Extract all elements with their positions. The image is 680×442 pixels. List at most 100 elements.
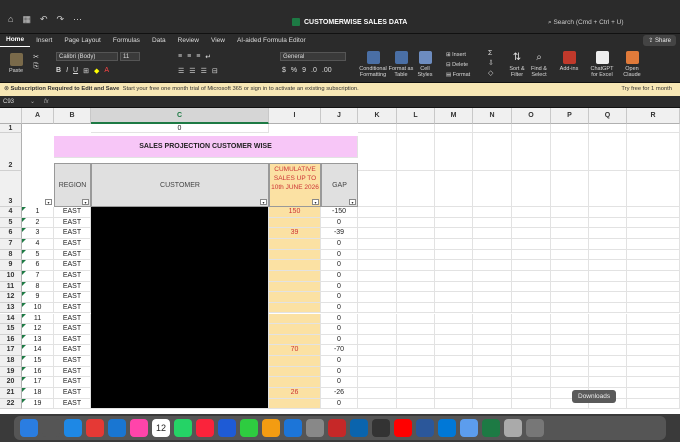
cell-empty[interactable]	[397, 377, 435, 389]
cell-empty[interactable]	[397, 324, 435, 335]
cell-empty[interactable]	[512, 324, 551, 335]
row-header-4[interactable]: 4	[0, 207, 22, 218]
cell-B14[interactable]: EAST	[54, 313, 91, 325]
cell-empty[interactable]	[397, 345, 435, 357]
cell-J5[interactable]: 0	[321, 217, 358, 229]
column-header-L[interactable]: L	[397, 108, 435, 124]
cell-empty[interactable]	[358, 238, 397, 250]
cell-empty[interactable]	[435, 377, 473, 389]
paste-button[interactable]: Paste	[6, 53, 26, 74]
cell-empty[interactable]	[397, 292, 435, 303]
cell-empty[interactable]	[627, 292, 680, 303]
cell-empty[interactable]	[627, 334, 680, 346]
excel-icon[interactable]	[482, 419, 500, 437]
menu-formulas[interactable]: Formulas	[107, 34, 146, 47]
cell-J10[interactable]: 0	[321, 270, 358, 282]
cell-J22[interactable]: 0	[321, 398, 358, 410]
cell-empty[interactable]	[473, 217, 512, 229]
cell-empty[interactable]	[512, 334, 551, 346]
row-header-1[interactable]: 1	[0, 124, 22, 133]
delete-button[interactable]: ⊟ Delete	[446, 60, 486, 70]
cell-empty[interactable]	[435, 313, 473, 325]
cell-empty[interactable]	[512, 313, 551, 325]
youtube-icon[interactable]	[394, 419, 412, 437]
cell-empty[interactable]	[397, 281, 435, 293]
cell-I15[interactable]	[269, 324, 321, 335]
cell-empty[interactable]	[358, 249, 397, 261]
format-button[interactable]: ▤ Format	[446, 70, 486, 80]
cell-empty[interactable]	[512, 217, 551, 229]
cell-empty[interactable]	[589, 302, 627, 314]
row-header-15[interactable]: 15	[0, 324, 22, 335]
cell-empty[interactable]	[358, 260, 397, 271]
font-name-select[interactable]: Calibri (Body)	[56, 52, 118, 61]
cell-empty[interactable]	[473, 398, 512, 410]
row-header-10[interactable]: 10	[0, 270, 22, 282]
cell-empty[interactable]	[397, 228, 435, 239]
launchpad-icon[interactable]	[42, 419, 60, 437]
currency-icon[interactable]: $	[282, 67, 286, 74]
row-header-16[interactable]: 16	[0, 334, 22, 346]
cell-A4[interactable]: 1	[22, 207, 54, 218]
undo-icon[interactable]: ↶	[40, 14, 48, 25]
cell-J6[interactable]: -39	[321, 228, 358, 239]
name-box[interactable]: C93	[3, 96, 14, 108]
cell-empty[interactable]	[551, 270, 589, 282]
cell-empty[interactable]	[627, 356, 680, 367]
filter-button-I[interactable]: ▾	[312, 199, 319, 205]
menu-view[interactable]: View	[205, 34, 231, 47]
cell-A8[interactable]: 5	[22, 249, 54, 261]
cell-empty[interactable]	[589, 334, 627, 346]
column-header-I[interactable]: I	[269, 108, 321, 124]
cell-empty[interactable]	[551, 292, 589, 303]
cell-empty[interactable]	[627, 345, 680, 357]
cell-empty[interactable]	[589, 270, 627, 282]
cell-empty[interactable]	[435, 324, 473, 335]
cell-B20[interactable]: EAST	[54, 377, 91, 389]
cell-empty[interactable]	[397, 133, 435, 171]
cell-I22[interactable]	[269, 398, 321, 410]
cell-B17[interactable]: EAST	[54, 345, 91, 357]
formula-input[interactable]	[56, 97, 678, 107]
cell-empty[interactable]	[435, 124, 473, 133]
cell-empty[interactable]	[589, 207, 627, 218]
cell-I11[interactable]	[269, 281, 321, 293]
cell-empty[interactable]	[512, 171, 551, 207]
conditional-formatting-button[interactable]: Conditional Formatting	[358, 51, 388, 78]
bold-icon[interactable]: B	[56, 67, 61, 75]
cell-empty[interactable]	[551, 171, 589, 207]
cell-empty[interactable]	[512, 228, 551, 239]
photos-icon[interactable]	[130, 419, 148, 437]
cell-J21[interactable]: -26	[321, 388, 358, 399]
cell-empty[interactable]	[589, 249, 627, 261]
cell-empty[interactable]	[627, 270, 680, 282]
column-header-O[interactable]: O	[512, 108, 551, 124]
italic-icon[interactable]: I	[66, 67, 68, 75]
redo-icon[interactable]: ↷	[57, 14, 65, 25]
cell-empty[interactable]	[473, 345, 512, 357]
cell-empty[interactable]	[551, 124, 589, 133]
cell-empty[interactable]	[512, 238, 551, 250]
cell-empty[interactable]	[358, 377, 397, 389]
row-header-22[interactable]: 22	[0, 398, 22, 410]
row-header-20[interactable]: 20	[0, 377, 22, 389]
finder-icon[interactable]	[20, 419, 38, 437]
cell-empty[interactable]	[435, 302, 473, 314]
cell-empty[interactable]	[358, 398, 397, 410]
cell-empty[interactable]	[473, 238, 512, 250]
cell-empty[interactable]	[627, 388, 680, 399]
percent-icon[interactable]: %	[291, 67, 297, 74]
cell-J9[interactable]: 0	[321, 260, 358, 271]
grid-icon[interactable]: ▦	[22, 14, 31, 25]
cell-empty[interactable]	[512, 249, 551, 261]
cell-I19[interactable]	[269, 366, 321, 378]
cell-empty[interactable]	[397, 388, 435, 399]
downloads-icon[interactable]	[504, 419, 522, 437]
cell-empty[interactable]	[551, 377, 589, 389]
cell-J11[interactable]: 0	[321, 281, 358, 293]
cell-empty[interactable]	[589, 324, 627, 335]
appstore-icon[interactable]	[108, 419, 126, 437]
column-header-N[interactable]: N	[473, 108, 512, 124]
row-header-5[interactable]: 5	[0, 217, 22, 229]
cell-empty[interactable]	[551, 324, 589, 335]
